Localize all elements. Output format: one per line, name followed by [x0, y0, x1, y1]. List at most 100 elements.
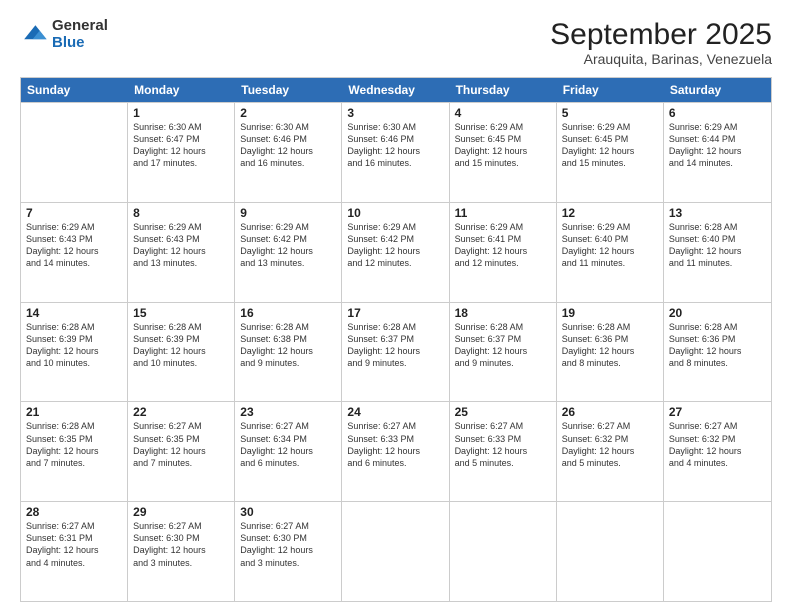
logo-blue: Blue: [52, 34, 85, 51]
day-info: Sunrise: 6:29 AM Sunset: 6:42 PM Dayligh…: [347, 221, 443, 270]
table-row: 11Sunrise: 6:29 AM Sunset: 6:41 PM Dayli…: [450, 203, 557, 302]
day-info: Sunrise: 6:27 AM Sunset: 6:35 PM Dayligh…: [133, 420, 229, 469]
day-info: Sunrise: 6:29 AM Sunset: 6:43 PM Dayligh…: [26, 221, 122, 270]
table-row: [664, 502, 771, 601]
table-row: 27Sunrise: 6:27 AM Sunset: 6:32 PM Dayli…: [664, 402, 771, 501]
day-info: Sunrise: 6:29 AM Sunset: 6:42 PM Dayligh…: [240, 221, 336, 270]
table-row: 6Sunrise: 6:29 AM Sunset: 6:44 PM Daylig…: [664, 103, 771, 202]
page: General Blue September 2025 Arauquita, B…: [0, 0, 792, 612]
day-info: Sunrise: 6:28 AM Sunset: 6:36 PM Dayligh…: [562, 321, 658, 370]
table-row: 22Sunrise: 6:27 AM Sunset: 6:35 PM Dayli…: [128, 402, 235, 501]
day-info: Sunrise: 6:29 AM Sunset: 6:41 PM Dayligh…: [455, 221, 551, 270]
table-row: 7Sunrise: 6:29 AM Sunset: 6:43 PM Daylig…: [21, 203, 128, 302]
table-row: [342, 502, 449, 601]
day-number: 2: [240, 106, 336, 120]
table-row: 15Sunrise: 6:28 AM Sunset: 6:39 PM Dayli…: [128, 303, 235, 402]
day-number: 19: [562, 306, 658, 320]
calendar-row-4: 28Sunrise: 6:27 AM Sunset: 6:31 PM Dayli…: [21, 501, 771, 601]
day-number: 26: [562, 405, 658, 419]
day-number: 14: [26, 306, 122, 320]
day-info: Sunrise: 6:30 AM Sunset: 6:47 PM Dayligh…: [133, 121, 229, 170]
table-row: 10Sunrise: 6:29 AM Sunset: 6:42 PM Dayli…: [342, 203, 449, 302]
table-row: 28Sunrise: 6:27 AM Sunset: 6:31 PM Dayli…: [21, 502, 128, 601]
day-number: 8: [133, 206, 229, 220]
day-info: Sunrise: 6:28 AM Sunset: 6:37 PM Dayligh…: [347, 321, 443, 370]
day-info: Sunrise: 6:27 AM Sunset: 6:32 PM Dayligh…: [562, 420, 658, 469]
day-info: Sunrise: 6:30 AM Sunset: 6:46 PM Dayligh…: [347, 121, 443, 170]
table-row: 8Sunrise: 6:29 AM Sunset: 6:43 PM Daylig…: [128, 203, 235, 302]
table-row: 20Sunrise: 6:28 AM Sunset: 6:36 PM Dayli…: [664, 303, 771, 402]
day-number: 28: [26, 505, 122, 519]
day-number: 23: [240, 405, 336, 419]
table-row: 13Sunrise: 6:28 AM Sunset: 6:40 PM Dayli…: [664, 203, 771, 302]
table-row: 4Sunrise: 6:29 AM Sunset: 6:45 PM Daylig…: [450, 103, 557, 202]
day-info: Sunrise: 6:30 AM Sunset: 6:46 PM Dayligh…: [240, 121, 336, 170]
calendar-body: 1Sunrise: 6:30 AM Sunset: 6:47 PM Daylig…: [21, 102, 771, 601]
day-number: 6: [669, 106, 766, 120]
day-number: 13: [669, 206, 766, 220]
day-info: Sunrise: 6:27 AM Sunset: 6:32 PM Dayligh…: [669, 420, 766, 469]
day-info: Sunrise: 6:28 AM Sunset: 6:39 PM Dayligh…: [133, 321, 229, 370]
table-row: 1Sunrise: 6:30 AM Sunset: 6:47 PM Daylig…: [128, 103, 235, 202]
table-row: 29Sunrise: 6:27 AM Sunset: 6:30 PM Dayli…: [128, 502, 235, 601]
day-header-monday: Monday: [128, 78, 235, 102]
table-row: 25Sunrise: 6:27 AM Sunset: 6:33 PM Dayli…: [450, 402, 557, 501]
day-number: 25: [455, 405, 551, 419]
day-info: Sunrise: 6:28 AM Sunset: 6:38 PM Dayligh…: [240, 321, 336, 370]
day-number: 9: [240, 206, 336, 220]
day-number: 4: [455, 106, 551, 120]
day-number: 16: [240, 306, 336, 320]
table-row: 12Sunrise: 6:29 AM Sunset: 6:40 PM Dayli…: [557, 203, 664, 302]
day-number: 7: [26, 206, 122, 220]
location-subtitle: Arauquita, Barinas, Venezuela: [550, 51, 772, 67]
day-info: Sunrise: 6:27 AM Sunset: 6:30 PM Dayligh…: [240, 520, 336, 569]
calendar-row-3: 21Sunrise: 6:28 AM Sunset: 6:35 PM Dayli…: [21, 401, 771, 501]
day-info: Sunrise: 6:27 AM Sunset: 6:33 PM Dayligh…: [455, 420, 551, 469]
day-number: 21: [26, 405, 122, 419]
day-info: Sunrise: 6:28 AM Sunset: 6:40 PM Dayligh…: [669, 221, 766, 270]
calendar-row-0: 1Sunrise: 6:30 AM Sunset: 6:47 PM Daylig…: [21, 102, 771, 202]
day-info: Sunrise: 6:27 AM Sunset: 6:33 PM Dayligh…: [347, 420, 443, 469]
day-info: Sunrise: 6:27 AM Sunset: 6:34 PM Dayligh…: [240, 420, 336, 469]
logo-general: General: [52, 17, 108, 34]
calendar-row-2: 14Sunrise: 6:28 AM Sunset: 6:39 PM Dayli…: [21, 302, 771, 402]
day-info: Sunrise: 6:28 AM Sunset: 6:36 PM Dayligh…: [669, 321, 766, 370]
day-info: Sunrise: 6:28 AM Sunset: 6:35 PM Dayligh…: [26, 420, 122, 469]
day-number: 20: [669, 306, 766, 320]
table-row: 26Sunrise: 6:27 AM Sunset: 6:32 PM Dayli…: [557, 402, 664, 501]
day-header-saturday: Saturday: [664, 78, 771, 102]
title-block: September 2025 Arauquita, Barinas, Venez…: [550, 18, 772, 67]
calendar-row-1: 7Sunrise: 6:29 AM Sunset: 6:43 PM Daylig…: [21, 202, 771, 302]
day-header-friday: Friday: [557, 78, 664, 102]
table-row: 9Sunrise: 6:29 AM Sunset: 6:42 PM Daylig…: [235, 203, 342, 302]
day-info: Sunrise: 6:27 AM Sunset: 6:30 PM Dayligh…: [133, 520, 229, 569]
table-row: 18Sunrise: 6:28 AM Sunset: 6:37 PM Dayli…: [450, 303, 557, 402]
day-number: 30: [240, 505, 336, 519]
table-row: [557, 502, 664, 601]
day-info: Sunrise: 6:29 AM Sunset: 6:44 PM Dayligh…: [669, 121, 766, 170]
table-row: 5Sunrise: 6:29 AM Sunset: 6:45 PM Daylig…: [557, 103, 664, 202]
day-header-wednesday: Wednesday: [342, 78, 449, 102]
header: General Blue September 2025 Arauquita, B…: [20, 18, 772, 67]
day-number: 24: [347, 405, 443, 419]
day-info: Sunrise: 6:29 AM Sunset: 6:40 PM Dayligh…: [562, 221, 658, 270]
day-number: 27: [669, 405, 766, 419]
day-info: Sunrise: 6:28 AM Sunset: 6:39 PM Dayligh…: [26, 321, 122, 370]
table-row: 30Sunrise: 6:27 AM Sunset: 6:30 PM Dayli…: [235, 502, 342, 601]
day-number: 22: [133, 405, 229, 419]
table-row: 3Sunrise: 6:30 AM Sunset: 6:46 PM Daylig…: [342, 103, 449, 202]
calendar: SundayMondayTuesdayWednesdayThursdayFrid…: [20, 77, 772, 602]
table-row: 17Sunrise: 6:28 AM Sunset: 6:37 PM Dayli…: [342, 303, 449, 402]
logo: General Blue: [20, 18, 108, 51]
table-row: 19Sunrise: 6:28 AM Sunset: 6:36 PM Dayli…: [557, 303, 664, 402]
table-row: 14Sunrise: 6:28 AM Sunset: 6:39 PM Dayli…: [21, 303, 128, 402]
table-row: [21, 103, 128, 202]
day-info: Sunrise: 6:29 AM Sunset: 6:43 PM Dayligh…: [133, 221, 229, 270]
day-number: 3: [347, 106, 443, 120]
month-title: September 2025: [550, 18, 772, 51]
table-row: 16Sunrise: 6:28 AM Sunset: 6:38 PM Dayli…: [235, 303, 342, 402]
table-row: [450, 502, 557, 601]
logo-text: General Blue: [52, 18, 108, 51]
day-info: Sunrise: 6:28 AM Sunset: 6:37 PM Dayligh…: [455, 321, 551, 370]
day-number: 12: [562, 206, 658, 220]
